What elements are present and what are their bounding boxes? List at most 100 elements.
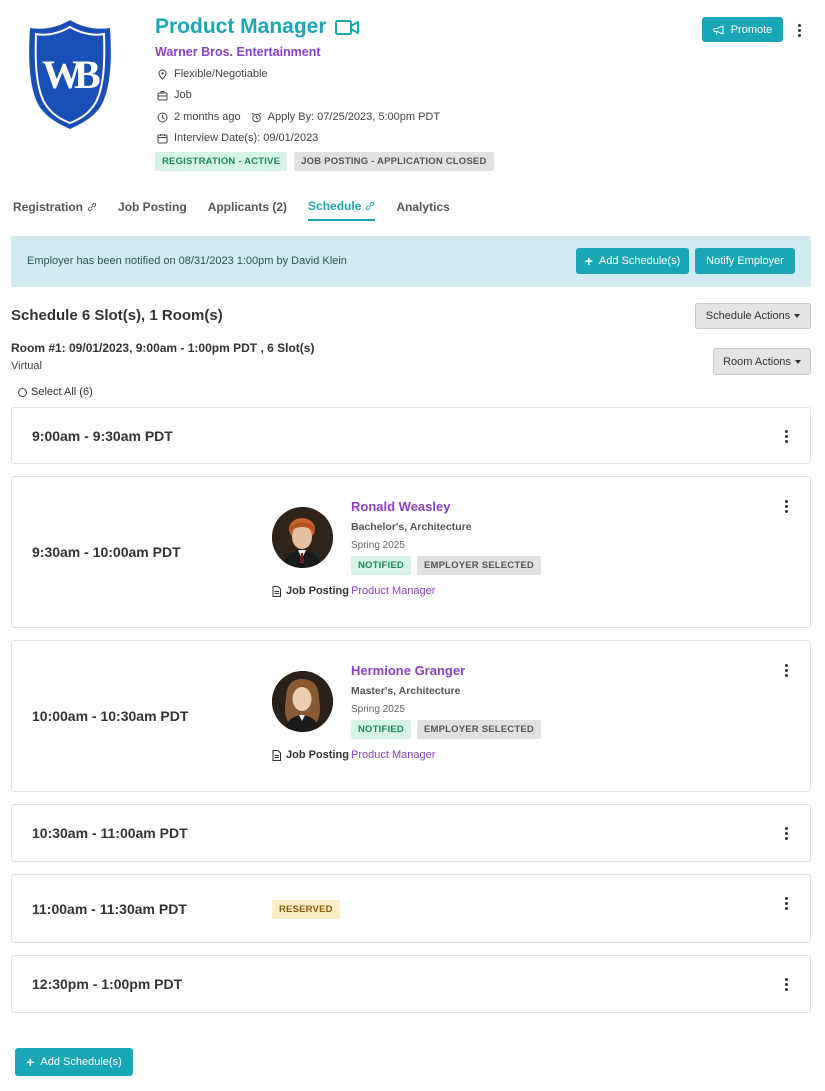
job-posting-text: Job Posting xyxy=(286,749,349,761)
briefcase-icon xyxy=(157,90,168,100)
interview-line: Interview Date(s): 09/01/2023 xyxy=(157,132,318,144)
job-title: Product Manager xyxy=(155,15,359,39)
tab-label: Job Posting xyxy=(118,200,187,214)
radio-icon xyxy=(18,387,27,397)
add-schedule-button[interactable]: + Add Schedule(s) xyxy=(576,248,689,274)
schedule-actions-label: Schedule Actions xyxy=(705,310,791,322)
warner-bros-logo: W B xyxy=(29,20,111,129)
slot-time: 9:00am - 9:30am PDT xyxy=(32,428,173,444)
link-icon xyxy=(366,201,375,211)
job-posting-text: Job Posting xyxy=(286,585,349,597)
link-icon xyxy=(87,202,97,212)
job-type-text: Job xyxy=(174,89,192,101)
schedule-slot[interactable]: 12:30pm - 1:00pm PDT xyxy=(11,955,811,1013)
interview-text: Interview Date(s): 09/01/2023 xyxy=(174,132,319,144)
apply-by-text: Apply By: 07/25/2023, 5:00pm PDT xyxy=(267,111,441,123)
notify-employer-label: Notify Employer xyxy=(706,255,784,267)
select-all-checkbox[interactable]: Select All (6) xyxy=(18,386,93,398)
slot-more-menu-icon[interactable] xyxy=(780,826,792,840)
status-badges: REGISTRATION - ACTIVE JOB POSTING - APPL… xyxy=(155,152,494,171)
posted-text: 2 months ago xyxy=(174,111,241,123)
slot-time: 10:30am - 11:00am PDT xyxy=(32,825,188,841)
slot-more-menu-icon[interactable] xyxy=(780,896,792,910)
candidate-term: Spring 2025 xyxy=(351,704,405,715)
employer-selected-badge: EMPLOYER SELECTED xyxy=(416,556,541,575)
slot-time: 10:00am - 10:30am PDT xyxy=(32,708,189,724)
tab-bar: Registration Job Posting Applicants (2) … xyxy=(13,199,471,221)
notified-badge: NOTIFIED xyxy=(351,720,411,739)
plus-icon: + xyxy=(26,1054,35,1070)
location-pin-icon xyxy=(158,68,167,80)
candidate-degree: Master's, Architecture xyxy=(351,685,461,697)
tab-registration[interactable]: Registration xyxy=(13,199,97,221)
candidate-photo xyxy=(272,507,333,568)
job-type-line: Job xyxy=(157,89,192,101)
employer-selected-badge: EMPLOYER SELECTED xyxy=(416,720,541,739)
posting-status-badge: JOB POSTING - APPLICATION CLOSED xyxy=(294,152,494,171)
add-schedule-label: Add Schedule(s) xyxy=(40,1056,122,1068)
employer-name[interactable]: Warner Bros. Entertainment xyxy=(155,45,321,59)
calendar-icon xyxy=(157,133,168,143)
room-subtitle: Virtual xyxy=(11,360,42,372)
video-camera-icon xyxy=(334,19,359,35)
schedule-actions-button[interactable]: Schedule Actions xyxy=(695,303,811,329)
schedule-slot[interactable]: 9:30am - 10:00am PDT Ronald Weasley Bach… xyxy=(11,476,811,628)
job-more-menu-icon[interactable] xyxy=(793,23,805,37)
registration-status-badge: REGISTRATION - ACTIVE xyxy=(155,152,288,171)
candidate-degree: Bachelor's, Architecture xyxy=(351,521,472,533)
schedule-slot[interactable]: 9:00am - 9:30am PDT xyxy=(11,407,811,464)
avatar[interactable] xyxy=(272,671,333,732)
job-posting-link[interactable]: Product Manager xyxy=(351,749,435,761)
slot-more-menu-icon[interactable] xyxy=(780,429,792,443)
room-actions-label: Room Actions xyxy=(723,355,791,368)
tab-label: Schedule xyxy=(308,199,362,213)
job-posting-label: Job Posting xyxy=(272,749,349,761)
tab-label: Applicants (2) xyxy=(207,200,288,214)
document-icon xyxy=(272,749,281,761)
schedule-slot[interactable]: 11:00am - 11:30am PDT RESERVED xyxy=(11,874,811,943)
candidate-photo xyxy=(272,671,333,732)
notification-text: Employer has been notified on 08/31/2023… xyxy=(27,255,347,267)
alarm-clock-icon xyxy=(251,112,262,122)
clock-icon xyxy=(157,112,168,122)
schedule-slot[interactable]: 10:00am - 10:30am PDT Hermione Granger M… xyxy=(11,640,811,792)
notification-banner: Employer has been notified on 08/31/2023… xyxy=(11,236,811,287)
add-schedule-label: Add Schedule(s) xyxy=(598,255,681,267)
tab-label: Analytics xyxy=(396,200,450,214)
plus-icon: + xyxy=(584,253,593,269)
avatar[interactable] xyxy=(272,507,333,568)
reserved-badge: RESERVED xyxy=(272,900,340,919)
candidate-badges: NOTIFIED EMPLOYER SELECTED xyxy=(351,720,541,739)
job-title-text: Product Manager xyxy=(155,15,327,38)
notify-employer-button[interactable]: Notify Employer xyxy=(695,248,795,274)
candidate-term: Spring 2025 xyxy=(351,540,405,551)
tab-analytics[interactable]: Analytics xyxy=(396,199,449,221)
tab-job-posting[interactable]: Job Posting xyxy=(118,199,187,221)
room-actions-button[interactable]: Room Actions xyxy=(713,348,811,375)
add-schedule-bottom-button[interactable]: + Add Schedule(s) xyxy=(15,1048,133,1076)
svg-text:B: B xyxy=(74,52,101,97)
job-posting-label: Job Posting xyxy=(272,585,349,597)
schedule-title: Schedule 6 Slot(s), 1 Room(s) xyxy=(11,307,223,324)
promote-button[interactable]: Promote xyxy=(702,17,783,42)
tab-applicants[interactable]: Applicants (2) xyxy=(208,199,287,221)
slot-more-menu-icon[interactable] xyxy=(780,977,792,991)
schedule-slot[interactable]: 10:30am - 11:00am PDT xyxy=(11,804,811,862)
megaphone-icon xyxy=(713,25,724,35)
slot-more-menu-icon[interactable] xyxy=(780,663,792,677)
candidate-name[interactable]: Ronald Weasley xyxy=(351,499,450,514)
candidate-badges: NOTIFIED EMPLOYER SELECTED xyxy=(351,556,541,575)
slot-time: 9:30am - 10:00am PDT xyxy=(32,544,181,560)
location-text: Flexible/Negotiable xyxy=(174,68,268,80)
notified-badge: NOTIFIED xyxy=(351,556,411,575)
slot-more-menu-icon[interactable] xyxy=(780,499,792,513)
candidate-name[interactable]: Hermione Granger xyxy=(351,663,465,678)
slot-time: 11:00am - 11:30am PDT xyxy=(32,901,187,917)
tab-schedule[interactable]: Schedule xyxy=(308,199,376,221)
tab-label: Registration xyxy=(13,200,84,214)
caret-down-icon xyxy=(794,359,801,364)
job-posting-link[interactable]: Product Manager xyxy=(351,585,435,597)
promote-label: Promote xyxy=(730,23,773,36)
select-all-label: Select All (6) xyxy=(31,386,93,398)
slot-time: 12:30pm - 1:00pm PDT xyxy=(32,976,183,992)
